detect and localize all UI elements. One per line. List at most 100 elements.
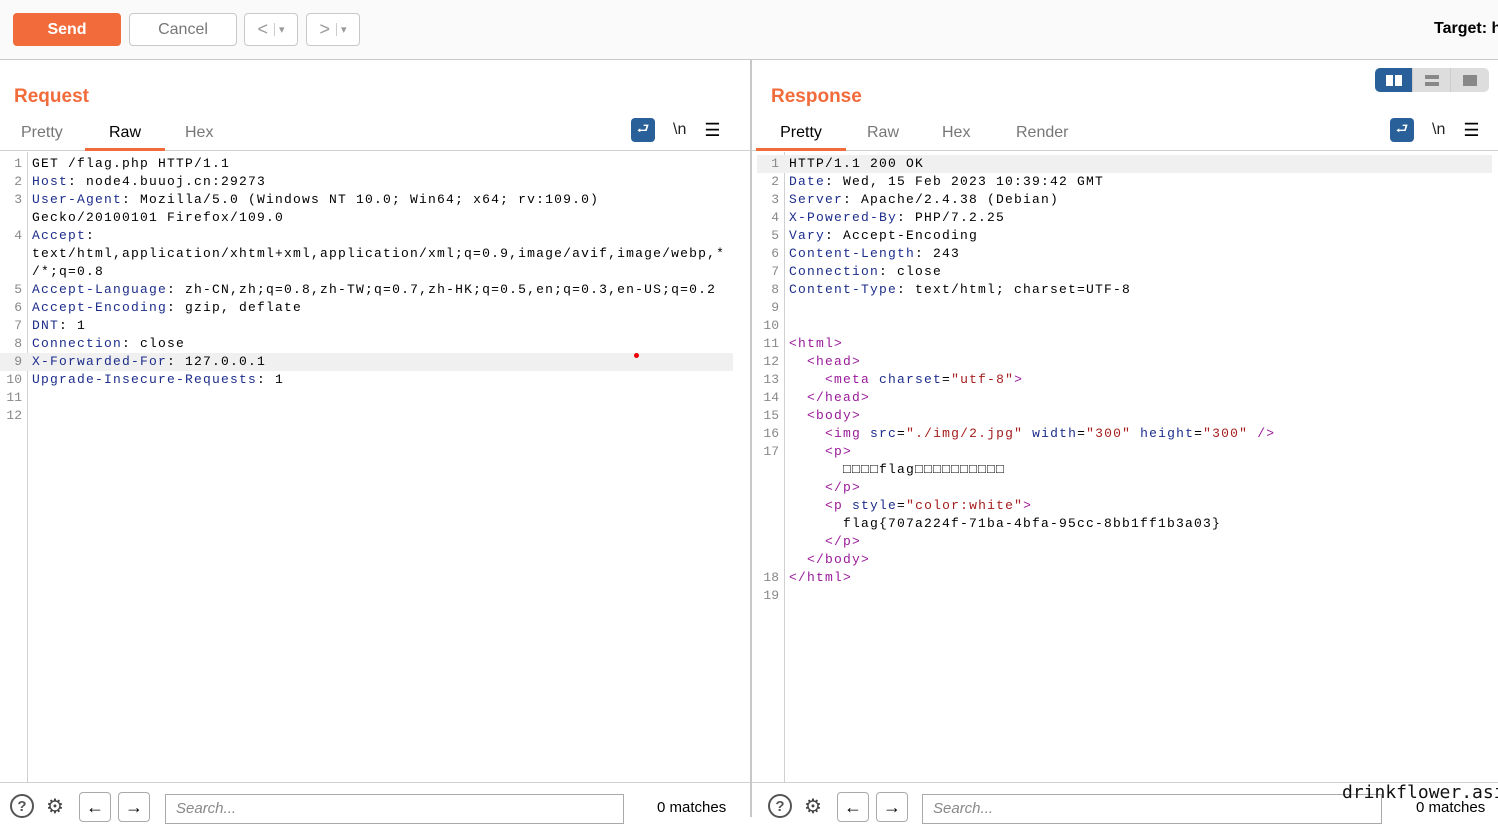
tab-hex[interactable]: Hex — [942, 124, 970, 151]
line-number: 7 — [771, 264, 779, 279]
line-content: X-Forwarded-For: 127.0.0.1 — [32, 353, 266, 371]
token-tag: <head> — [807, 354, 862, 369]
newline-toggle[interactable]: \n — [673, 121, 686, 139]
tab-pretty[interactable]: Pretty — [756, 124, 846, 151]
chevron-down-icon[interactable]: ▾ — [335, 23, 347, 36]
token-val: "./img/2.jpg" — [906, 426, 1024, 441]
line-number: 4 — [771, 210, 779, 225]
response-tabs: Pretty Raw Hex Render — [752, 120, 1498, 151]
next-match-button[interactable]: → — [118, 792, 150, 822]
tab-hex[interactable]: Hex — [185, 124, 213, 151]
line-content: </body> — [789, 551, 870, 569]
line-number: 15 — [763, 408, 779, 423]
line-number: 5 — [771, 228, 779, 243]
token-plain: : zh-CN,zh;q=0.8,zh-TW;q=0.7,zh-HK;q=0.5… — [167, 282, 717, 297]
search-input[interactable]: Search... — [165, 794, 624, 824]
line-number: 9 — [771, 300, 779, 315]
token-tag: <p — [825, 498, 853, 513]
code-line: 5 Vary: Accept-Encoding — [757, 227, 1492, 245]
line-content: <p> — [789, 443, 852, 461]
line-content: </p> — [789, 533, 861, 551]
line-content: HTTP/1.1 200 OK — [789, 155, 924, 173]
line-content: Accept: — [32, 227, 95, 245]
help-icon[interactable]: ? — [768, 794, 792, 818]
help-icon[interactable]: ? — [10, 794, 34, 818]
response-editor[interactable]: 1 HTTP/1.1 200 OK 2 Date: Wed, 15 Feb 2023 … — [752, 152, 1498, 782]
line-content: Accept-Language: zh-CN,zh;q=0.8,zh-TW;q=… — [32, 281, 716, 299]
arrow-left-icon: ← — [844, 796, 862, 817]
token-plain: = — [1077, 426, 1087, 441]
menu-icon[interactable]: ☰ — [1463, 120, 1479, 141]
line-content: Vary: Accept-Encoding — [789, 227, 978, 245]
search-input[interactable]: Search... — [922, 794, 1382, 824]
line-content: </p> — [789, 479, 861, 497]
line-content: <head> — [789, 353, 861, 371]
token-plain: : PHP/7.2.25 — [897, 210, 1006, 225]
arrow-right-icon: → — [125, 796, 143, 817]
tab-raw[interactable]: Raw — [85, 124, 165, 151]
token-plain: : — [86, 228, 96, 243]
token-key: Host — [32, 174, 69, 189]
back-button[interactable]: < ▾ — [244, 13, 298, 46]
cancel-button[interactable]: Cancel — [129, 13, 237, 46]
token-plain: /*;q=0.8 — [32, 264, 105, 279]
line-number: 16 — [763, 426, 779, 441]
line-content: Connection: close — [32, 335, 185, 353]
tab-render[interactable]: Render — [1016, 124, 1068, 151]
code-line: text/html,application/xhtml+xml,applicat… — [0, 245, 733, 263]
line-content: GET /flag.php HTTP/1.1 — [32, 155, 230, 173]
target-label[interactable]: Target: h — [1434, 20, 1498, 38]
response-panel: Response Pretty Raw Hex Render ⮐ \n ☰ 1H… — [752, 60, 1498, 824]
token-plain: = — [1194, 426, 1204, 441]
token-key: Content-Type — [789, 282, 898, 297]
word-wrap-icon[interactable]: ⮐ — [1390, 118, 1414, 142]
code-line: 2 Date: Wed, 15 Feb 2023 10:39:42 GMT — [757, 173, 1492, 191]
token-attr: src — [870, 426, 898, 441]
chevron-down-icon[interactable]: ▾ — [273, 23, 285, 36]
line-content: <img src="./img/2.jpg" width="300" heigh… — [789, 425, 1275, 443]
line-content: </html> — [789, 569, 852, 587]
token-plain: : node4.buuoj.cn:29273 — [68, 174, 267, 189]
tab-raw[interactable]: Raw — [867, 124, 899, 151]
line-number: 4 — [14, 228, 22, 243]
line-content: Host: node4.buuoj.cn:29273 — [32, 173, 266, 191]
word-wrap-icon[interactable]: ⮐ — [631, 118, 655, 142]
menu-icon[interactable]: ☰ — [704, 120, 720, 141]
token-val: "300" — [1203, 426, 1249, 441]
token-tag: <body> — [807, 408, 862, 423]
token-attr: width — [1023, 426, 1078, 441]
forward-button[interactable]: > ▾ — [306, 13, 360, 46]
request-search-bar: ? ⚙ ← → Search... 0 matches — [0, 782, 750, 824]
send-button[interactable]: Send — [13, 13, 121, 46]
request-title: Request — [14, 86, 89, 107]
request-editor[interactable]: 1 GET /flag.php HTTP/1.1 2 Host: node4.buuo… — [0, 152, 750, 782]
arrow-left-icon: ← — [86, 796, 104, 817]
next-match-button[interactable]: → — [876, 792, 908, 822]
toolbar: Send Cancel < ▾ > ▾ Target: h — [0, 0, 1498, 60]
arrow-right-icon: → — [883, 796, 901, 817]
token-plain: GET /flag.php HTTP/1.1 — [32, 156, 231, 171]
code-line: 3 Server: Apache/2.4.38 (Debian) — [757, 191, 1492, 209]
line-number: 8 — [14, 336, 22, 351]
previous-match-button[interactable]: ← — [79, 792, 111, 822]
gear-icon[interactable]: ⚙ — [43, 794, 67, 818]
gear-icon[interactable]: ⚙ — [801, 794, 825, 818]
token-val: "utf-8" — [951, 372, 1015, 387]
back-icon: < — [257, 19, 268, 39]
code-line: 12 <head> — [757, 353, 1492, 371]
code-line: 6 Content-Length: 243 — [757, 245, 1492, 263]
token-plain: : 1 — [257, 372, 285, 387]
token-attr: charset — [879, 372, 943, 387]
code-line: 18 </html> — [757, 569, 1492, 587]
previous-match-button[interactable]: ← — [837, 792, 869, 822]
code-line: 3 User-Agent: Mozilla/5.0 (Windows NT 10.… — [0, 191, 733, 209]
tab-pretty[interactable]: Pretty — [21, 124, 63, 151]
line-content: <body> — [789, 407, 861, 425]
code-line: 8 Connection: close — [0, 335, 733, 353]
code-line: 11 <html> — [757, 335, 1492, 353]
line-content: Connection: close — [789, 263, 942, 281]
token-plain: : Apache/2.4.38 (Debian) — [843, 192, 1060, 207]
newline-toggle[interactable]: \n — [1432, 121, 1445, 139]
